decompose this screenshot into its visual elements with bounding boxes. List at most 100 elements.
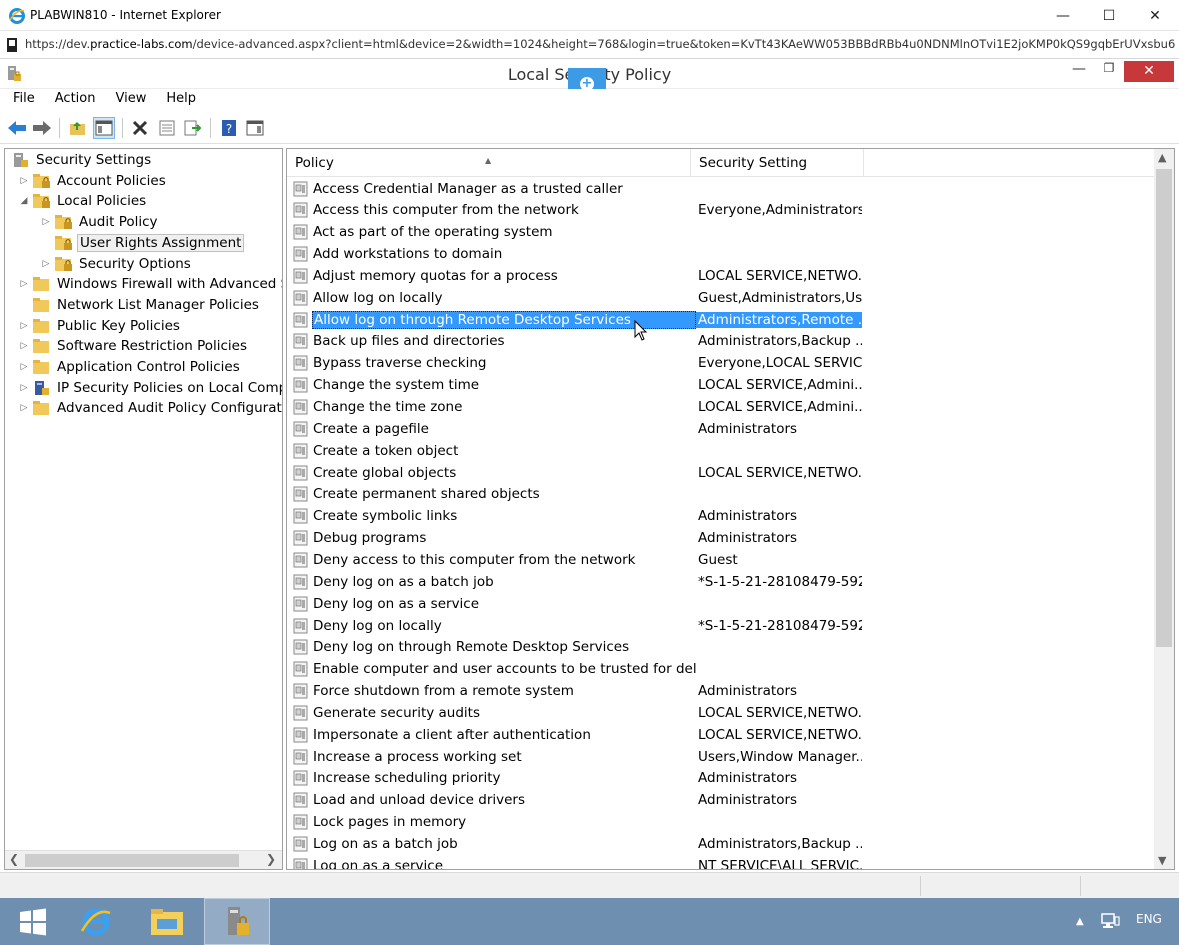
window-minimize-button[interactable]: — xyxy=(1066,61,1092,83)
toolbar: ? xyxy=(0,112,1179,144)
input-language-indicator[interactable]: ENG xyxy=(1136,912,1162,926)
policy-row[interactable]: Impersonate a client after authenticatio… xyxy=(293,724,865,745)
scroll-thumb[interactable] xyxy=(25,854,239,867)
menu-file[interactable]: File xyxy=(6,89,42,108)
menu-view[interactable]: View xyxy=(108,89,153,108)
tree-item[interactable]: ▷ Public Key Policies xyxy=(18,316,182,336)
tree-item[interactable]: ▷ IP Security Policies on Local Compute xyxy=(18,378,282,398)
back-arrow-icon[interactable] xyxy=(6,117,28,139)
policy-row[interactable]: Change the time zone LOCAL SERVICE,Admini… xyxy=(293,397,865,418)
policy-row[interactable]: Create a pagefile Administrators xyxy=(293,418,865,439)
collapsed-arrow-icon[interactable]: ▷ xyxy=(18,176,30,186)
policy-row[interactable]: Allow log on locally Guest,Administrators… xyxy=(293,287,865,308)
policy-row[interactable]: Access Credential Manager as a trusted c… xyxy=(293,178,865,199)
forward-arrow-icon[interactable] xyxy=(31,117,53,139)
show-action-pane-icon[interactable] xyxy=(244,117,266,139)
scroll-down-icon[interactable]: ▼ xyxy=(1158,854,1166,867)
collapsed-arrow-icon[interactable]: ▷ xyxy=(40,259,52,269)
collapsed-arrow-icon[interactable]: ▷ xyxy=(18,383,30,393)
policy-row[interactable]: Lock pages in memory xyxy=(293,812,865,833)
browser-close-button[interactable]: ✕ xyxy=(1132,0,1178,31)
taskbar-internet-explorer[interactable] xyxy=(63,898,129,945)
tree-item[interactable]: ▷ Windows Firewall with Advanced Secu xyxy=(18,274,282,294)
export-list-icon[interactable] xyxy=(182,117,204,139)
start-button[interactable] xyxy=(0,898,66,945)
policy-row[interactable]: Create global objects LOCAL SERVICE,NETWO… xyxy=(293,462,865,483)
policy-row[interactable]: Deny log on locally *S-1-5-21-28108479-59… xyxy=(293,615,865,636)
policy-row[interactable]: Allow log on through Remote Desktop Serv… xyxy=(293,309,865,330)
column-header-security-setting[interactable]: Security Setting xyxy=(691,149,864,177)
show-hide-console-tree-icon[interactable] xyxy=(93,117,115,139)
scroll-left-icon[interactable]: ❮ xyxy=(9,852,19,866)
window-restore-button[interactable]: ❐ xyxy=(1096,61,1122,83)
policy-row[interactable]: Deny access to this computer from the ne… xyxy=(293,549,865,570)
taskbar-file-explorer[interactable] xyxy=(134,898,200,945)
tree-item[interactable]: ▷ Advanced Audit Policy Configuration xyxy=(18,398,282,418)
tree-item[interactable]: ▷ Application Control Policies xyxy=(18,357,242,377)
policy-row[interactable]: Increase a process working set Users,Wind… xyxy=(293,746,865,767)
taskbar-local-security-policy[interactable] xyxy=(204,898,270,945)
policy-row[interactable]: Enable computer and user accounts to be … xyxy=(293,659,865,680)
policy-row[interactable]: Add workstations to domain xyxy=(293,244,865,265)
policy-row[interactable]: Deny log on through Remote Desktop Servi… xyxy=(293,637,865,658)
url-text[interactable]: https://dev.practice-labs.com/device-adv… xyxy=(25,37,1175,51)
tree-item[interactable]: ▷ Software Restriction Policies xyxy=(18,336,249,356)
policy-icon xyxy=(293,814,308,830)
collapsed-arrow-icon[interactable]: ▷ xyxy=(18,321,30,331)
policy-row[interactable]: Log on as a service NT SERVICE\ALL SERVIC… xyxy=(293,855,865,869)
collapsed-arrow-icon[interactable]: ▷ xyxy=(18,403,30,413)
collapsed-arrow-icon[interactable]: ▷ xyxy=(18,362,30,372)
policy-row[interactable]: Change the system time LOCAL SERVICE,Admi… xyxy=(293,375,865,396)
folder-icon xyxy=(33,318,49,333)
policy-name: Create a pagefile xyxy=(313,420,429,437)
policy-row[interactable]: Force shutdown from a remote system Admin… xyxy=(293,681,865,702)
tree-item[interactable]: User Rights Assignment xyxy=(40,233,245,253)
policy-name: Increase a process working set xyxy=(313,748,522,765)
collapsed-arrow-icon[interactable]: ▷ xyxy=(18,279,30,289)
tree-item[interactable]: ▷ Account Policies xyxy=(18,171,168,191)
tree-item[interactable]: Security Settings xyxy=(9,150,153,170)
policy-row[interactable]: Back up files and directories Administrat… xyxy=(293,331,865,352)
browser-minimize-button[interactable]: — xyxy=(1040,0,1086,31)
collapsed-arrow-icon[interactable]: ▷ xyxy=(18,341,30,351)
policy-row[interactable]: Log on as a batch job Administrators,Back… xyxy=(293,834,865,855)
tree-item-label: IP Security Policies on Local Compute xyxy=(57,379,282,396)
scroll-thumb[interactable] xyxy=(1156,169,1172,647)
up-folder-icon[interactable] xyxy=(67,117,89,139)
scroll-up-icon[interactable]: ▲ xyxy=(1158,151,1166,164)
expanded-arrow-icon[interactable]: ◢ xyxy=(18,196,30,206)
help-icon[interactable]: ? xyxy=(218,117,240,139)
policy-row[interactable]: Create a token object xyxy=(293,440,865,461)
tree-horizontal-scrollbar[interactable]: ❮ ❯ xyxy=(5,850,282,869)
scroll-right-icon[interactable]: ❯ xyxy=(266,852,276,866)
network-icon[interactable] xyxy=(1100,912,1120,930)
policy-row[interactable]: Deny log on as a batch job *S-1-5-21-2810… xyxy=(293,571,865,592)
list-vertical-scrollbar[interactable]: ▲ ▼ xyxy=(1154,149,1174,869)
policy-row[interactable]: Act as part of the operating system xyxy=(293,222,865,243)
policy-row[interactable]: Bypass traverse checking Everyone,LOCAL S… xyxy=(293,353,865,374)
menu-help[interactable]: Help xyxy=(159,89,203,108)
policy-row[interactable]: Debug programs Administrators xyxy=(293,528,865,549)
policy-row[interactable]: Deny log on as a service xyxy=(293,593,865,614)
window-close-button[interactable]: ✕ xyxy=(1124,61,1174,82)
delete-icon[interactable] xyxy=(129,117,151,139)
policy-row[interactable]: Create symbolic links Administrators xyxy=(293,506,865,527)
tree-item[interactable]: Network List Manager Policies xyxy=(18,295,261,315)
policy-row[interactable]: Create permanent shared objects xyxy=(293,484,865,505)
browser-maximize-button[interactable]: ☐ xyxy=(1086,0,1132,31)
menu-action[interactable]: Action xyxy=(48,89,103,108)
show-hidden-icons-icon[interactable]: ▲ xyxy=(1076,916,1084,927)
address-bar[interactable]: https://dev.practice-labs.com/device-adv… xyxy=(0,31,1179,59)
policy-row[interactable]: Increase scheduling priority Administrato… xyxy=(293,768,865,789)
tree-item[interactable]: ▷ Security Options xyxy=(40,254,193,274)
policy-row[interactable]: Generate security audits LOCAL SERVICE,NE… xyxy=(293,702,865,723)
collapsed-arrow-icon[interactable]: ▷ xyxy=(40,217,52,227)
tree-item[interactable]: ▷ Audit Policy xyxy=(40,212,160,232)
policy-row[interactable]: Load and unload device drivers Administra… xyxy=(293,790,865,811)
tree-item[interactable]: ◢ Local Policies xyxy=(18,191,148,211)
column-header-policy[interactable]: ▲ Policy xyxy=(287,149,691,177)
policy-row[interactable]: Access this computer from the network Eve… xyxy=(293,200,865,221)
folder-icon xyxy=(33,297,49,312)
properties-icon[interactable] xyxy=(156,117,178,139)
policy-row[interactable]: Adjust memory quotas for a process LOCAL … xyxy=(293,265,865,286)
